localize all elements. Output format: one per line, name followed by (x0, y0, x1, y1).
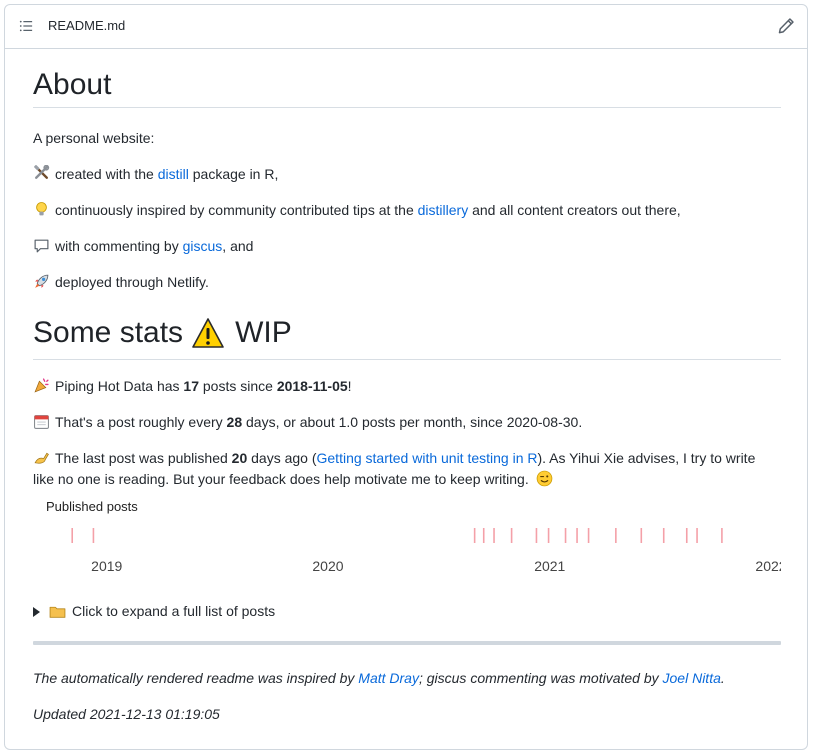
stats-heading: Some stats WIP (33, 315, 292, 351)
item-text: , and (222, 238, 254, 254)
calendar-icon (34, 415, 49, 429)
stats-title: Some stats (33, 316, 184, 349)
published-posts-chart: Published posts 2019 2020 2021 2022 (46, 499, 781, 574)
about-heading: About (33, 68, 112, 101)
horizontal-rule (33, 641, 781, 645)
footer-text: ; giscus commenting was motivated by (418, 670, 663, 686)
rocket-icon (35, 274, 49, 288)
heading-rule (33, 107, 781, 108)
footer-text: . (720, 670, 725, 686)
list-item: deployed through Netlify. (33, 272, 209, 293)
item-text: created with the (55, 166, 158, 182)
stats-text: ). As Yihui Xie advises, I try to write (537, 450, 756, 466)
disclosure-triangle-icon[interactable] (33, 606, 40, 617)
item-text: with commenting by (55, 238, 183, 254)
item-text: deployed through Netlify. (55, 274, 209, 290)
party-popper-icon (34, 378, 49, 393)
x-tick-label: 2019 (91, 558, 122, 574)
start-date: 2018-11-05 (276, 378, 348, 394)
list-item: continuously inspired by community contr… (33, 200, 681, 221)
x-tick-label: 2022 (755, 558, 781, 574)
updated-timestamp: Updated 2021-12-13 01:19:05 (33, 706, 220, 722)
list-icon[interactable] (19, 19, 33, 33)
list-item: with commenting by giscus, and (33, 236, 253, 257)
hammer-and-wrench-icon (34, 165, 50, 179)
stats-text: posts since (198, 378, 277, 394)
stats-title-wip: WIP (235, 316, 292, 349)
matt-dray-link[interactable]: Matt Dray (358, 670, 419, 686)
days-ago: 20 (231, 450, 248, 466)
light-bulb-icon (36, 202, 47, 216)
winking-face-icon (536, 470, 552, 487)
stats-text: ! (347, 378, 352, 394)
readme-panel: README.md About A personal website: crea… (4, 4, 808, 750)
days-between: 28 (226, 414, 243, 430)
stats-line: That's a post roughly every 28 days, or … (33, 412, 582, 433)
stats-line: Piping Hot Data has 17 posts since 2018-… (33, 376, 352, 397)
stats-line: The last post was published 20 days ago … (33, 448, 781, 490)
readme-header: README.md (5, 5, 807, 49)
posts-details-toggle[interactable]: Click to expand a full list of posts (33, 601, 275, 622)
stats-text: days ago ( (247, 450, 317, 466)
pencil-icon[interactable] (777, 17, 795, 35)
speech-balloon-icon (34, 239, 49, 253)
details-summary: Click to expand a full list of posts (72, 603, 276, 619)
distillery-link[interactable]: distillery (418, 202, 469, 218)
x-tick-label: 2021 (534, 558, 565, 574)
stats-text: Piping Hot Data has (55, 378, 184, 394)
chart-title: Published posts (46, 499, 138, 514)
footer-text: The automatically rendered readme was in… (33, 670, 359, 686)
item-text: continuously inspired by community contr… (55, 202, 418, 218)
x-tick-label: 2020 (312, 558, 343, 574)
giscus-link[interactable]: giscus (183, 238, 223, 254)
joel-nitta-link[interactable]: Joel Nitta (663, 670, 721, 686)
stats-text: The last post was published (55, 450, 232, 466)
warning-icon (192, 318, 224, 348)
file-name: README.md (48, 18, 126, 33)
list-item: created with the distill package in R, (33, 164, 278, 185)
post-count: 17 (183, 378, 199, 394)
item-text: and all content creators out there, (468, 202, 681, 218)
folder-icon (49, 606, 66, 618)
footer-credits: The automatically rendered readme was in… (33, 668, 725, 689)
stats-text: That's a post roughly every (55, 414, 227, 430)
last-post-link[interactable]: Getting started with unit testing in R (317, 450, 538, 466)
stats-text: like no one is reading. But your feedbac… (33, 471, 529, 487)
stats-text: days, or about 1.0 posts per month, sinc… (242, 414, 583, 430)
intro-text: A personal website: (33, 130, 155, 146)
writing-hand-icon (34, 452, 49, 464)
item-text: package in R, (188, 166, 279, 182)
distill-link[interactable]: distill (158, 166, 189, 182)
heading-rule (33, 359, 781, 360)
